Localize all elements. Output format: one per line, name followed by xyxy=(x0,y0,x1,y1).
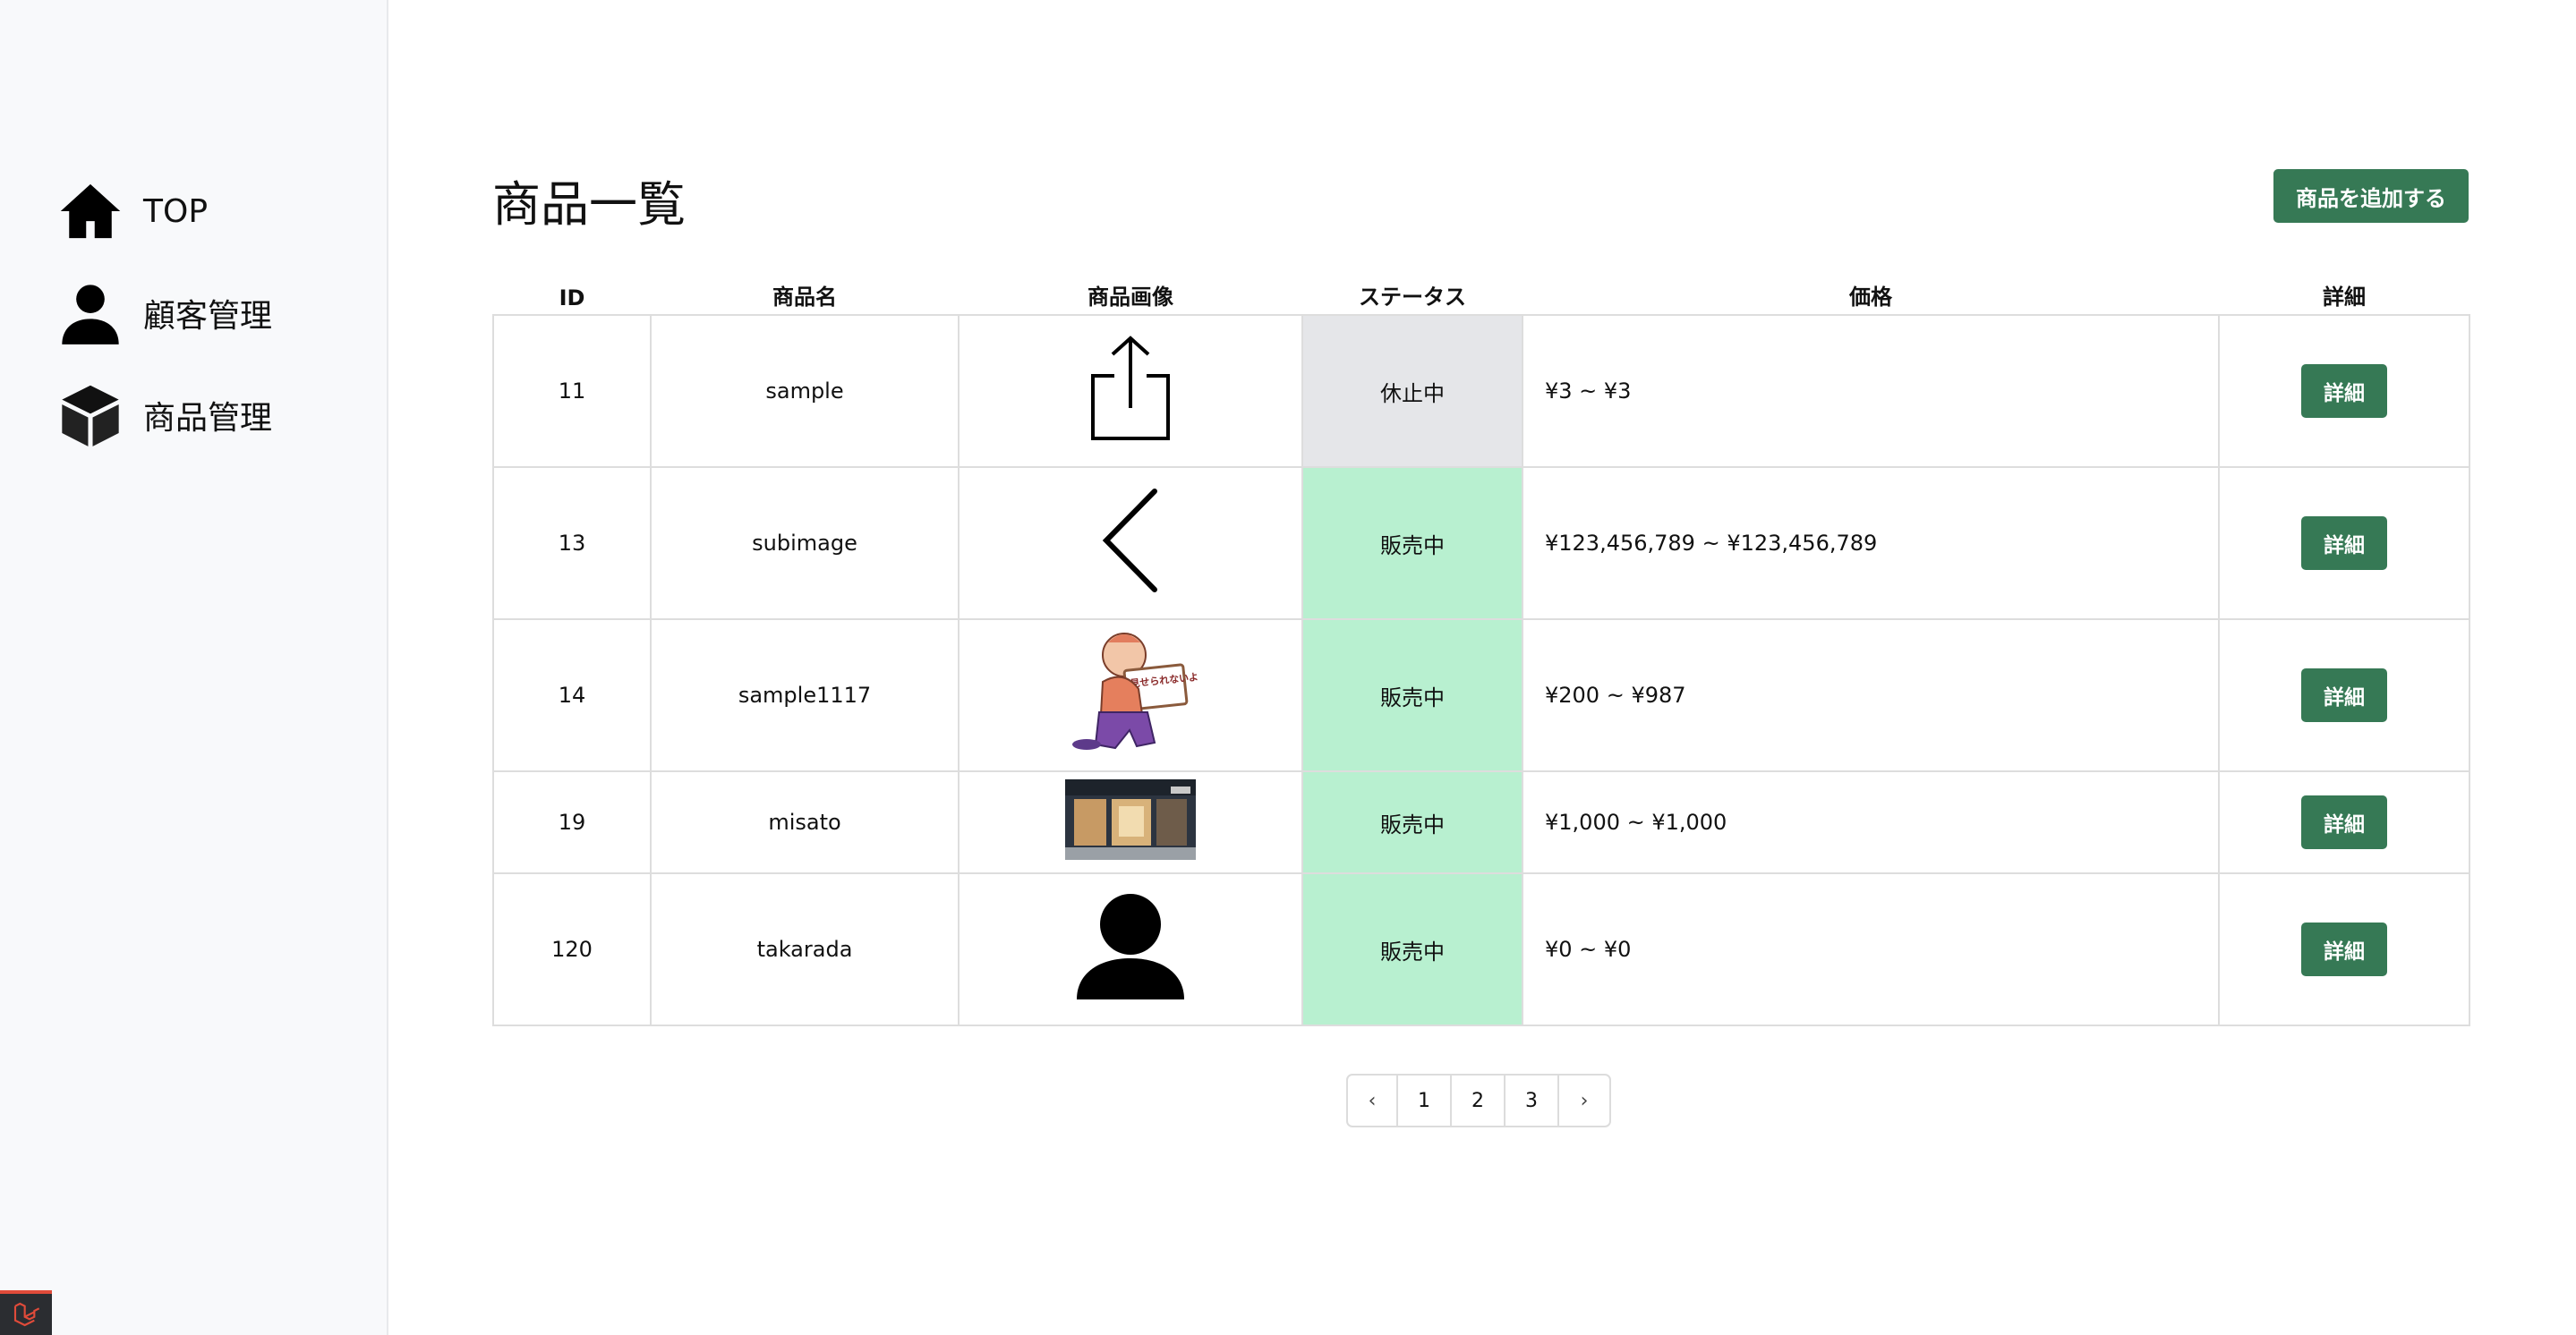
detail-cell: 詳細 xyxy=(2218,618,2470,772)
status-badge: 販売中 xyxy=(1301,770,1523,874)
sidebar-nav: TOP 顧客管理 商品管理 xyxy=(55,175,272,481)
detail-cell: 詳細 xyxy=(2218,872,2470,1026)
product-name: sample1117 xyxy=(650,618,960,772)
sidebar: TOP 顧客管理 商品管理 xyxy=(0,0,388,1335)
product-name: sample xyxy=(650,314,960,468)
table-row: 120 takarada 販売中 ¥0 ~ ¥0 詳細 xyxy=(492,872,2470,1026)
product-image-cell: 見せられないよ！ xyxy=(958,618,1303,772)
table-header-row: ID 商品名 商品画像 ステータス 価格 詳細 xyxy=(493,279,2469,315)
pagination-page-3[interactable]: 3 xyxy=(1506,1076,1559,1126)
page-title: 商品一覧 xyxy=(492,176,686,233)
detail-button[interactable]: 詳細 xyxy=(2301,516,2387,570)
sidebar-item-label: 顧客管理 xyxy=(143,298,273,335)
product-price: ¥1,000 ~ ¥1,000 xyxy=(1522,770,2220,874)
column-header-status: ステータス xyxy=(1359,285,1466,310)
chevron-left-icon xyxy=(1099,488,1162,599)
column-header-image: 商品画像 xyxy=(1088,285,1173,310)
table-row: 14 sample1117 見せられないよ！ 販売中 ¥200 ~ ¥987 詳… xyxy=(492,618,2470,772)
product-name: takarada xyxy=(650,872,960,1026)
storefront-photo xyxy=(1065,779,1196,865)
product-image-cell xyxy=(958,770,1303,874)
character-sign-image: 見せられないよ！ xyxy=(1063,630,1208,761)
detail-button[interactable]: 詳細 xyxy=(2301,668,2387,722)
box-icon xyxy=(55,380,125,450)
share-upload-icon xyxy=(1088,335,1173,447)
status-badge: 販売中 xyxy=(1301,466,1523,620)
column-header-id: ID xyxy=(559,285,585,310)
table-row: 19 misato 販売中 ¥1,000 ~ ¥1,000 詳細 xyxy=(492,770,2470,874)
user-icon xyxy=(55,278,125,348)
sidebar-item-top[interactable]: TOP xyxy=(55,175,272,247)
detail-button[interactable]: 詳細 xyxy=(2301,795,2387,849)
product-id: 11 xyxy=(492,314,652,468)
pagination-page-1[interactable]: 1 xyxy=(1398,1076,1452,1126)
product-price: ¥3 ~ ¥3 xyxy=(1522,314,2220,468)
sidebar-item-customers[interactable]: 顧客管理 xyxy=(55,277,272,349)
products-table: ID 商品名 商品画像 ステータス 価格 詳細 11 sample 休止中 ¥3… xyxy=(492,279,2470,1026)
sidebar-item-label: TOP xyxy=(143,192,209,230)
product-id: 14 xyxy=(492,618,652,772)
status-badge: 販売中 xyxy=(1301,618,1523,772)
status-badge: 休止中 xyxy=(1301,314,1523,468)
add-product-button[interactable]: 商品を追加する xyxy=(2273,169,2469,223)
column-header-price: 価格 xyxy=(1849,285,1892,310)
home-icon xyxy=(55,176,125,246)
product-id: 13 xyxy=(492,466,652,620)
product-image-cell xyxy=(958,466,1303,620)
sidebar-item-products[interactable]: 商品管理 xyxy=(55,379,272,451)
pagination-page-2[interactable]: 2 xyxy=(1452,1076,1506,1126)
product-id: 19 xyxy=(492,770,652,874)
person-silhouette-icon xyxy=(1075,892,1186,1007)
pagination: ‹ 1 2 3 › xyxy=(1346,1074,1611,1127)
product-image-cell xyxy=(958,872,1303,1026)
pagination-prev-button[interactable]: ‹ xyxy=(1348,1076,1398,1126)
status-badge: 販売中 xyxy=(1301,872,1523,1026)
product-name: misato xyxy=(650,770,960,874)
product-price: ¥0 ~ ¥0 xyxy=(1522,872,2220,1026)
sidebar-item-label: 商品管理 xyxy=(143,400,273,437)
product-price: ¥123,456,789 ~ ¥123,456,789 xyxy=(1522,466,2220,620)
table-row: 11 sample 休止中 ¥3 ~ ¥3 詳細 xyxy=(492,314,2470,468)
detail-cell: 詳細 xyxy=(2218,770,2470,874)
product-id: 120 xyxy=(492,872,652,1026)
product-image-cell xyxy=(958,314,1303,468)
laravel-logo-icon[interactable] xyxy=(0,1290,52,1335)
column-header-name: 商品名 xyxy=(772,285,837,310)
product-name: subimage xyxy=(650,466,960,620)
column-header-detail: 詳細 xyxy=(2323,285,2366,310)
detail-button[interactable]: 詳細 xyxy=(2301,923,2387,976)
detail-cell: 詳細 xyxy=(2218,466,2470,620)
detail-cell: 詳細 xyxy=(2218,314,2470,468)
product-price: ¥200 ~ ¥987 xyxy=(1522,618,2220,772)
detail-button[interactable]: 詳細 xyxy=(2301,364,2387,418)
pagination-next-button[interactable]: › xyxy=(1559,1076,1609,1126)
table-row: 13 subimage 販売中 ¥123,456,789 ~ ¥123,456,… xyxy=(492,466,2470,620)
